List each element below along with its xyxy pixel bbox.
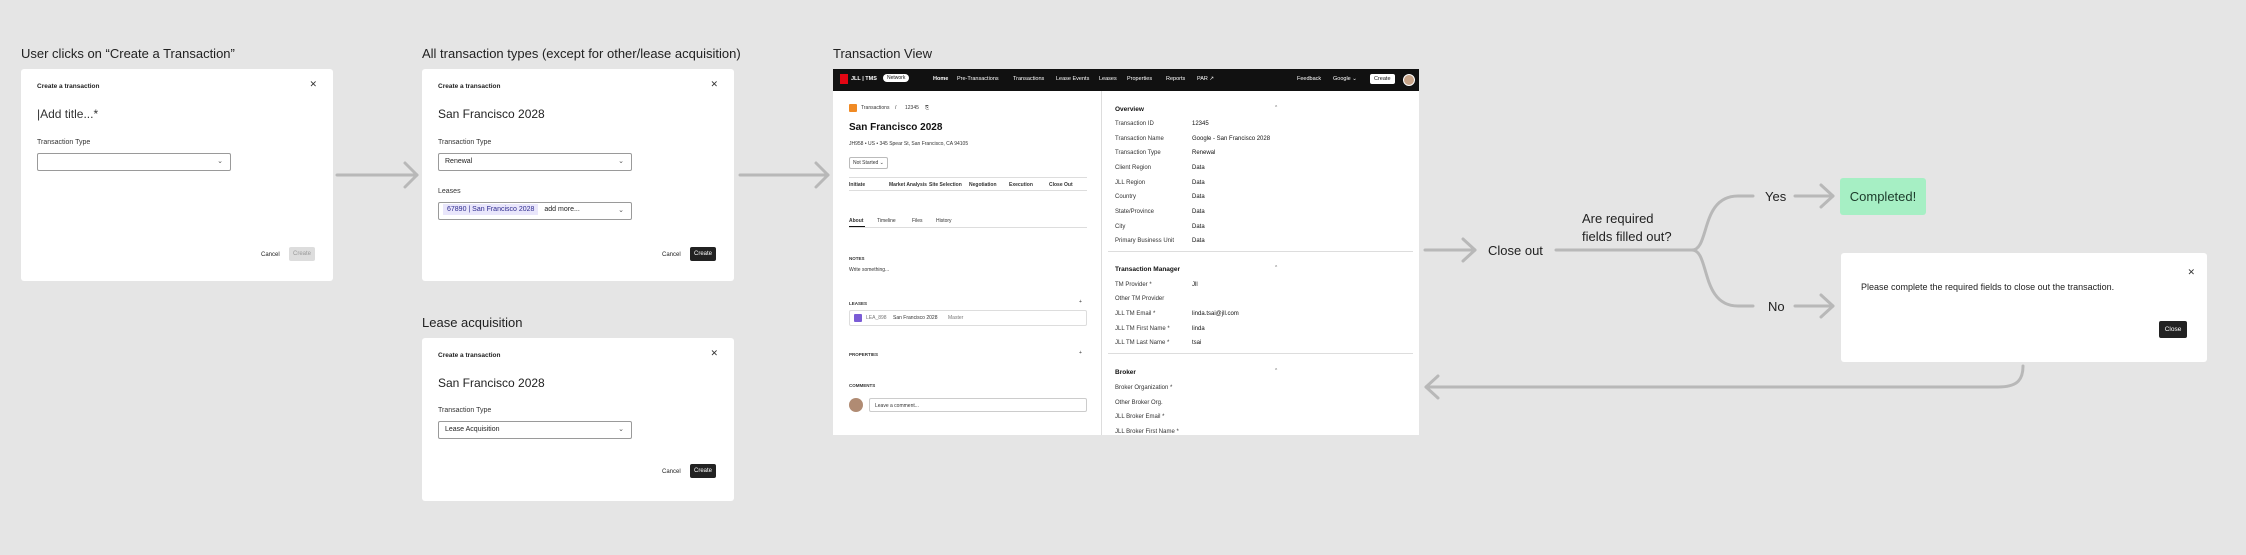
branch-yes xyxy=(1690,194,1755,252)
dialog-close-button[interactable]: Close xyxy=(2159,321,2187,338)
branch-no xyxy=(1690,248,1755,308)
completed-badge: Completed! xyxy=(1840,178,1926,215)
close-icon[interactable]: ✕ xyxy=(2187,267,2195,278)
close-out-label: Close out xyxy=(1488,243,1543,258)
arrow-dialog-back-to-view xyxy=(1424,364,2025,389)
dialog-message: Please complete the required fields to c… xyxy=(1861,282,2115,292)
no-label: No xyxy=(1768,299,1785,314)
decision-question: Are required fields filled out? xyxy=(1582,211,1672,244)
yes-label: Yes xyxy=(1765,189,1787,204)
incomplete-fields-dialog: ✕ Please complete the required fields to… xyxy=(1841,253,2207,362)
